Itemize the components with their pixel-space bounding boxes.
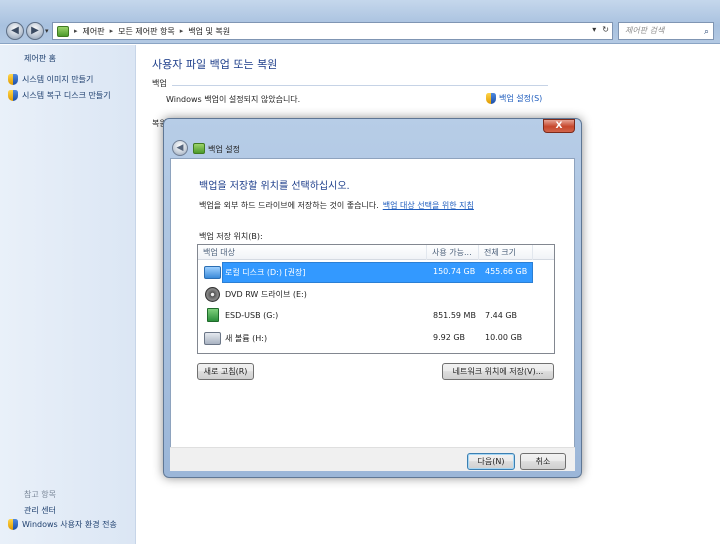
close-button[interactable]: X bbox=[543, 119, 575, 133]
drive-free: 9.92 GB bbox=[433, 333, 466, 342]
setup-backup-label: 백업 설정(S) bbox=[499, 94, 543, 103]
backup-location-label: 백업 저장 위치(B): bbox=[199, 232, 263, 241]
task-label: Windows 사용자 환경 전송 bbox=[22, 520, 117, 529]
column-header-free[interactable]: 사용 가능... bbox=[427, 245, 479, 260]
uac-shield-icon bbox=[8, 74, 18, 85]
breadcrumb-all-items[interactable]: 모든 제어판 항목 bbox=[118, 26, 175, 37]
create-repair-disc-link[interactable]: 시스템 복구 디스크 만들기 bbox=[8, 90, 111, 101]
task-pane: 제어판 홈 시스템 이미지 만들기 시스템 복구 디스크 만들기 참고 항목 관… bbox=[0, 45, 136, 544]
guide-link[interactable]: 백업 대상 선택을 위한 지침 bbox=[383, 200, 474, 211]
search-input[interactable]: 제어판 검색 ⌕ bbox=[618, 22, 714, 40]
back-arrow-icon[interactable]: ◀ bbox=[172, 140, 188, 156]
create-system-image-link[interactable]: 시스템 이미지 만들기 bbox=[8, 74, 93, 85]
back-button[interactable]: ◀ bbox=[6, 22, 24, 40]
task-label: 시스템 이미지 만들기 bbox=[22, 75, 94, 84]
page-title: 사용자 파일 백업 또는 복원 bbox=[152, 58, 278, 71]
address-dropdown-icon[interactable]: ▾ bbox=[592, 25, 596, 34]
control-panel-icon bbox=[57, 25, 69, 37]
hard-drive-icon bbox=[204, 266, 221, 279]
dialog-heading: 백업을 저장할 위치를 선택하십시오. bbox=[199, 181, 350, 192]
dialog-footer: 다음(N) 취소 bbox=[170, 447, 575, 471]
uac-shield-icon bbox=[8, 519, 18, 530]
backup-section-heading: 백업 bbox=[152, 79, 167, 88]
drive-total: 455.66 GB bbox=[485, 267, 528, 276]
navigation-bar: ◀ ▶ ▾ ▸ 제어판 ▸ 모든 제어판 항목 ▸ 백업 및 복원 ▾ ↻ 제어… bbox=[0, 0, 720, 44]
uac-shield-icon bbox=[486, 93, 496, 104]
backup-setup-dialog: X ◀ 백업 설정 백업을 저장할 위치를 선택하십시오. 백업을 외부 하드 … bbox=[163, 118, 582, 478]
drive-total: 7.44 GB bbox=[485, 311, 518, 320]
dialog-title: 백업 설정 bbox=[208, 145, 240, 154]
drive-free: 150.74 GB bbox=[433, 267, 476, 276]
backup-status-text: Windows 백업이 설정되지 않았습니다. bbox=[166, 95, 301, 104]
list-item-drive-g[interactable]: ESD-USB (G:) 851.59 MB 7.44 GB bbox=[198, 306, 554, 327]
refresh-button[interactable]: 새로 고침(R) bbox=[197, 363, 254, 380]
backup-icon bbox=[193, 143, 205, 154]
description-text: 백업을 외부 하드 드라이브에 저장하는 것이 좋습니다. bbox=[199, 201, 379, 210]
uac-shield-icon bbox=[8, 90, 18, 101]
section-divider bbox=[172, 85, 548, 86]
save-network-location-button[interactable]: 네트워크 위치에 저장(V)... bbox=[442, 363, 554, 380]
setup-backup-link[interactable]: 백업 설정(S) bbox=[486, 93, 542, 104]
task-label: 시스템 복구 디스크 만들기 bbox=[22, 91, 111, 100]
column-header-total[interactable]: 전체 크기 bbox=[479, 245, 533, 260]
easy-transfer-link[interactable]: Windows 사용자 환경 전송 bbox=[8, 519, 117, 530]
list-item-drive-e[interactable]: DVD RW 드라이브 (E:) bbox=[198, 284, 554, 305]
drive-total: 10.00 GB bbox=[485, 333, 523, 342]
list-item-drive-d[interactable]: 로컬 디스크 (D:) [권장] 150.74 GB 455.66 GB bbox=[198, 262, 554, 283]
dialog-content: 백업을 저장할 위치를 선택하십시오. 백업을 외부 하드 드라이브에 저장하는… bbox=[170, 158, 575, 471]
cancel-button[interactable]: 취소 bbox=[520, 453, 566, 470]
address-bar[interactable]: ▸ 제어판 ▸ 모든 제어판 항목 ▸ 백업 및 복원 ▾ ↻ bbox=[52, 22, 613, 40]
drive-name: 새 볼륨 (H:) bbox=[225, 334, 268, 343]
column-header-destination[interactable]: 백업 대상 bbox=[198, 245, 427, 260]
chevron-right-icon[interactable]: ▸ bbox=[110, 27, 114, 35]
dialog-description: 백업을 외부 하드 드라이브에 저장하는 것이 좋습니다. 백업 대상 선택을 … bbox=[199, 200, 474, 211]
list-header: 백업 대상 사용 가능... 전체 크기 bbox=[198, 245, 554, 260]
drive-name: DVD RW 드라이브 (E:) bbox=[225, 290, 307, 299]
next-button[interactable]: 다음(N) bbox=[467, 453, 515, 470]
see-also-heading: 참고 항목 bbox=[24, 490, 56, 499]
recent-pages-dropdown[interactable]: ▾ bbox=[45, 27, 49, 35]
list-item-drive-h[interactable]: 새 볼륨 (H:) 9.92 GB 10.00 GB bbox=[198, 328, 554, 349]
chevron-right-icon[interactable]: ▸ bbox=[74, 27, 78, 35]
forward-button[interactable]: ▶ bbox=[26, 22, 44, 40]
drive-name: 로컬 디스크 (D:) [권장] bbox=[225, 268, 306, 277]
breadcrumb-backup-restore[interactable]: 백업 및 복원 bbox=[188, 26, 230, 37]
dvd-drive-icon bbox=[205, 287, 220, 302]
control-panel-home-link[interactable]: 제어판 홈 bbox=[24, 53, 56, 64]
search-placeholder: 제어판 검색 bbox=[625, 26, 665, 35]
backup-destination-list[interactable]: 백업 대상 사용 가능... 전체 크기 로컬 디스크 (D:) [권장] 15… bbox=[197, 244, 555, 354]
hard-drive-icon bbox=[204, 332, 221, 345]
refresh-icon[interactable]: ↻ bbox=[602, 25, 609, 34]
usb-drive-icon bbox=[207, 308, 219, 322]
action-center-link[interactable]: 관리 센터 bbox=[24, 505, 56, 516]
search-icon[interactable]: ⌕ bbox=[704, 24, 709, 40]
breadcrumb-control-panel[interactable]: 제어판 bbox=[83, 26, 105, 37]
drive-name: ESD-USB (G:) bbox=[225, 311, 279, 320]
drive-free: 851.59 MB bbox=[433, 311, 476, 320]
chevron-right-icon[interactable]: ▸ bbox=[180, 27, 184, 35]
